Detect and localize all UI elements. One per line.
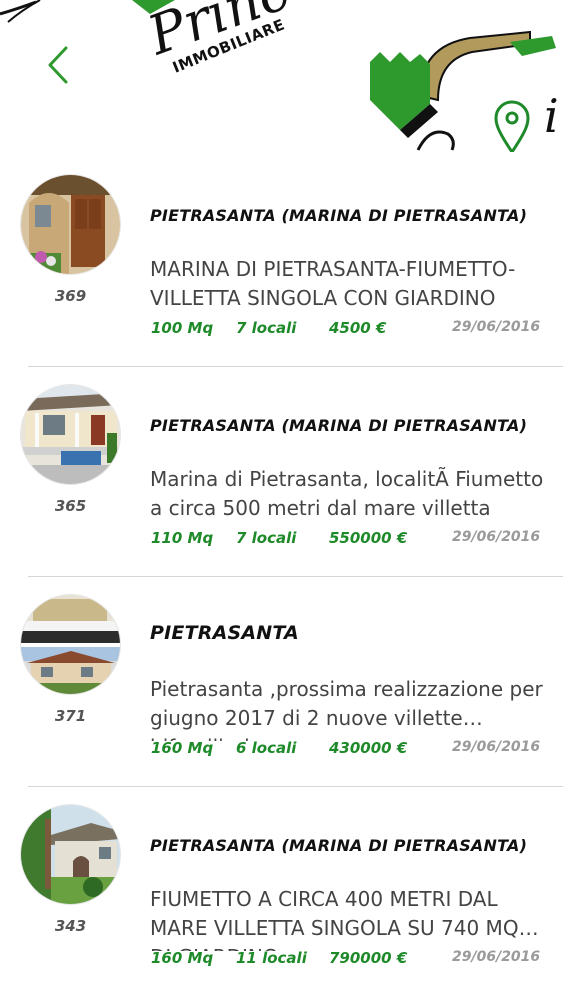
map-pin-icon <box>494 100 530 152</box>
listing-date: 29/06/2016 <box>452 949 541 965</box>
listing-description: Pietrasanta ,prossima realizzazione per … <box>150 677 543 741</box>
listing-price: 4500 € <box>329 319 387 337</box>
listing-photo <box>21 385 120 484</box>
listing-price: 430000 € <box>329 739 408 757</box>
listing-photo <box>21 175 120 274</box>
listing-size: 160 Mq <box>151 949 214 967</box>
listing-price: 790000 € <box>329 949 408 967</box>
listing-description: Marina di Pietrasanta, localitÃ Fiumetto… <box>150 467 544 520</box>
listing-price: 550000 € <box>329 529 408 547</box>
listing-location: PIETRASANTA (MARINA DI PIETRASANTA) <box>150 206 528 225</box>
list-item[interactable]: 343 PIETRASANTA (MARINA DI PIETRASANTA) … <box>0 787 563 997</box>
back-button[interactable] <box>40 42 80 88</box>
listing-location: PIETRASANTA (MARINA DI PIETRASANTA) <box>150 416 528 435</box>
listing-size: 160 Mq <box>151 739 214 757</box>
listing-rooms: 11 locali <box>236 949 307 967</box>
listing-date: 29/06/2016 <box>452 319 541 335</box>
listing-code: 369 <box>54 287 87 305</box>
list-item[interactable]: 371 PIETRASANTA Pietrasanta ,prossima re… <box>0 577 563 787</box>
logo-right-text: i <box>544 89 559 143</box>
listing-location: PIETRASANTA <box>150 622 299 644</box>
header: Princ IMMOBILIARE i <box>0 0 563 152</box>
listing-rooms: 6 locali <box>236 739 297 757</box>
chevron-left-icon <box>48 46 68 84</box>
listing-rooms: 7 locali <box>236 319 297 337</box>
listing-size: 100 Mq <box>151 319 214 337</box>
listing-location: PIETRASANTA (MARINA DI PIETRASANTA) <box>150 836 528 855</box>
listing-size: 110 Mq <box>151 529 214 547</box>
listing-description: MARINA DI PIETRASANTA-FIUMETTO- VILLETTA… <box>150 257 516 310</box>
listing-photo <box>21 595 120 694</box>
listing-photo <box>21 805 120 904</box>
listing-code: 371 <box>54 707 87 725</box>
listing-rooms: 7 locali <box>236 529 297 547</box>
listing-date: 29/06/2016 <box>452 739 541 755</box>
logo-right: i <box>370 30 559 152</box>
listing-date: 29/06/2016 <box>452 529 541 545</box>
screen: Princ IMMOBILIARE i 369 PIETRASANTA (MAR… <box>0 0 563 1000</box>
listing-code: 343 <box>54 917 87 935</box>
listing-description: FIUMETTO A CIRCA 400 METRI DAL MARE VILL… <box>150 887 519 951</box>
list-item[interactable]: 369 PIETRASANTA (MARINA DI PIETRASANTA) … <box>0 157 563 367</box>
listing-list: 369 PIETRASANTA (MARINA DI PIETRASANTA) … <box>0 157 563 997</box>
list-item[interactable]: 365 PIETRASANTA (MARINA DI PIETRASANTA) … <box>0 367 563 577</box>
listing-code: 365 <box>54 497 87 515</box>
